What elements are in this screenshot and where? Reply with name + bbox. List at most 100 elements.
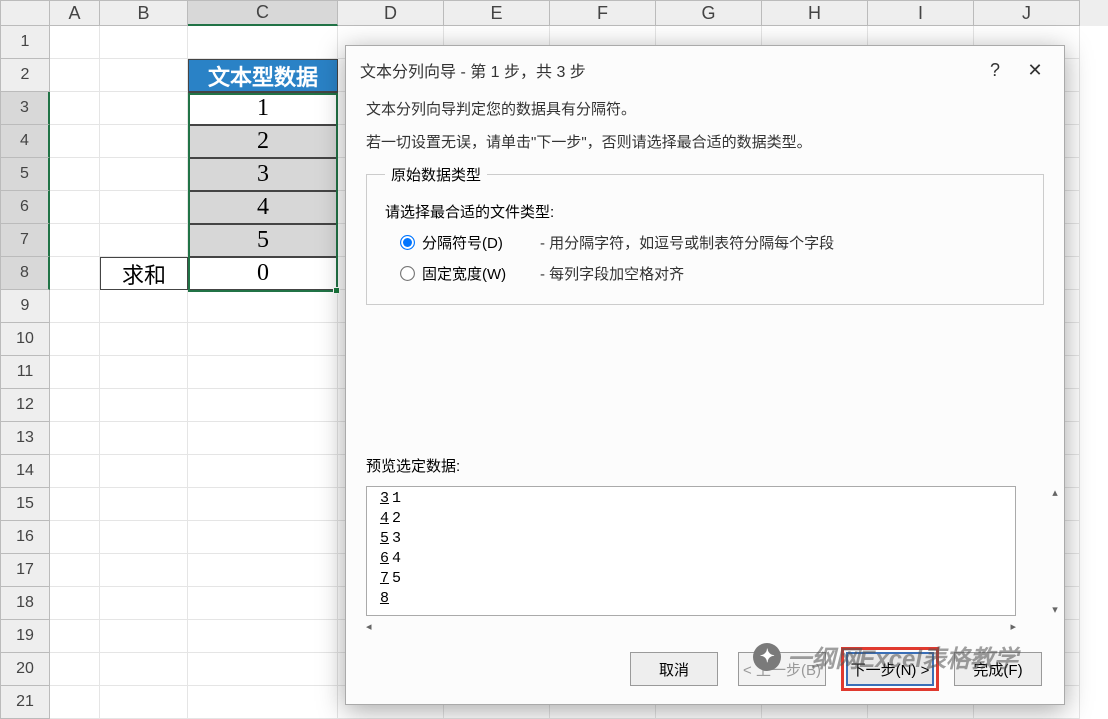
cell-C8[interactable]: 0	[188, 257, 338, 290]
cell-A1[interactable]	[50, 26, 100, 59]
cell-A11[interactable]	[50, 356, 100, 389]
cell-C7[interactable]: 5	[188, 224, 338, 257]
cell-C20[interactable]	[188, 653, 338, 686]
row-header-11[interactable]: 11	[0, 356, 50, 389]
cell-C17[interactable]	[188, 554, 338, 587]
cell-A19[interactable]	[50, 620, 100, 653]
cell-C2[interactable]: 文本型数据	[188, 59, 338, 92]
scroll-down-icon[interactable]: ▾	[1046, 603, 1064, 616]
cell-C11[interactable]	[188, 356, 338, 389]
cell-A21[interactable]	[50, 686, 100, 719]
cell-A6[interactable]	[50, 191, 100, 224]
row-header-10[interactable]: 10	[0, 323, 50, 356]
cell-B4[interactable]	[100, 125, 188, 158]
cancel-button[interactable]: 取消	[630, 652, 718, 686]
cell-A9[interactable]	[50, 290, 100, 323]
row-header-8[interactable]: 8	[0, 257, 50, 290]
cell-C18[interactable]	[188, 587, 338, 620]
cell-B11[interactable]	[100, 356, 188, 389]
column-header-J[interactable]: J	[974, 0, 1080, 26]
cell-B15[interactable]	[100, 488, 188, 521]
cell-A20[interactable]	[50, 653, 100, 686]
row-header-4[interactable]: 4	[0, 125, 50, 158]
cell-A8[interactable]	[50, 257, 100, 290]
row-header-5[interactable]: 5	[0, 158, 50, 191]
cell-C15[interactable]	[188, 488, 338, 521]
row-header-3[interactable]: 3	[0, 92, 50, 125]
cell-C1[interactable]	[188, 26, 338, 59]
cell-C6[interactable]: 4	[188, 191, 338, 224]
cell-C14[interactable]	[188, 455, 338, 488]
cell-B1[interactable]	[100, 26, 188, 59]
row-header-18[interactable]: 18	[0, 587, 50, 620]
cell-A16[interactable]	[50, 521, 100, 554]
column-header-E[interactable]: E	[444, 0, 550, 26]
column-header-D[interactable]: D	[338, 0, 444, 26]
row-header-17[interactable]: 17	[0, 554, 50, 587]
cell-C21[interactable]	[188, 686, 338, 719]
column-header-B[interactable]: B	[100, 0, 188, 26]
row-header-9[interactable]: 9	[0, 290, 50, 323]
cell-A10[interactable]	[50, 323, 100, 356]
column-header-F[interactable]: F	[550, 0, 656, 26]
row-header-6[interactable]: 6	[0, 191, 50, 224]
cell-B16[interactable]	[100, 521, 188, 554]
cell-B18[interactable]	[100, 587, 188, 620]
column-header-I[interactable]: I	[868, 0, 974, 26]
cell-B8[interactable]: 求和	[100, 257, 188, 290]
cell-B17[interactable]	[100, 554, 188, 587]
select-all-corner[interactable]	[0, 0, 50, 26]
cell-B20[interactable]	[100, 653, 188, 686]
row-header-2[interactable]: 2	[0, 59, 50, 92]
cell-C19[interactable]	[188, 620, 338, 653]
row-header-7[interactable]: 7	[0, 224, 50, 257]
scroll-right-icon[interactable]: ▸	[1010, 620, 1016, 638]
preview-scrollbar-horizontal[interactable]: ◂ ▸	[366, 620, 1016, 638]
cell-B13[interactable]	[100, 422, 188, 455]
column-header-A[interactable]: A	[50, 0, 100, 26]
finish-button[interactable]: 完成(F)	[954, 652, 1042, 686]
scroll-up-icon[interactable]: ▴	[1046, 486, 1064, 499]
row-header-20[interactable]: 20	[0, 653, 50, 686]
column-header-G[interactable]: G	[656, 0, 762, 26]
row-header-19[interactable]: 19	[0, 620, 50, 653]
scroll-left-icon[interactable]: ◂	[366, 620, 372, 638]
cell-B7[interactable]	[100, 224, 188, 257]
cell-C16[interactable]	[188, 521, 338, 554]
cell-B6[interactable]	[100, 191, 188, 224]
row-header-14[interactable]: 14	[0, 455, 50, 488]
cell-B2[interactable]	[100, 59, 188, 92]
row-header-16[interactable]: 16	[0, 521, 50, 554]
help-icon[interactable]: ?	[980, 60, 1010, 81]
radio-fixed-width[interactable]: 固定宽度(W) - 每列字段加空格对齐	[401, 263, 1025, 284]
row-header-1[interactable]: 1	[0, 26, 50, 59]
cell-A4[interactable]	[50, 125, 100, 158]
cell-C10[interactable]	[188, 323, 338, 356]
cell-B19[interactable]	[100, 620, 188, 653]
back-button[interactable]: < 上一步(B)	[738, 652, 826, 686]
cell-A15[interactable]	[50, 488, 100, 521]
row-header-13[interactable]: 13	[0, 422, 50, 455]
cell-C12[interactable]	[188, 389, 338, 422]
cell-B5[interactable]	[100, 158, 188, 191]
radio-fixed-width-input[interactable]	[400, 266, 415, 281]
row-header-21[interactable]: 21	[0, 686, 50, 719]
cell-B14[interactable]	[100, 455, 188, 488]
cell-A2[interactable]	[50, 59, 100, 92]
row-header-12[interactable]: 12	[0, 389, 50, 422]
cell-B21[interactable]	[100, 686, 188, 719]
cell-B10[interactable]	[100, 323, 188, 356]
cell-C9[interactable]	[188, 290, 338, 323]
cell-A14[interactable]	[50, 455, 100, 488]
cell-C4[interactable]: 2	[188, 125, 338, 158]
row-header-15[interactable]: 15	[0, 488, 50, 521]
cell-A5[interactable]	[50, 158, 100, 191]
cell-A18[interactable]	[50, 587, 100, 620]
cell-B3[interactable]	[100, 92, 188, 125]
radio-delimited[interactable]: 分隔符号(D) - 用分隔字符，如逗号或制表符分隔每个字段	[401, 232, 1025, 253]
cell-A13[interactable]	[50, 422, 100, 455]
cell-A17[interactable]	[50, 554, 100, 587]
next-button[interactable]: 下一步(N) >	[846, 652, 934, 686]
cell-A3[interactable]	[50, 92, 100, 125]
preview-scrollbar-vertical[interactable]: ▴ ▾	[1046, 486, 1064, 616]
